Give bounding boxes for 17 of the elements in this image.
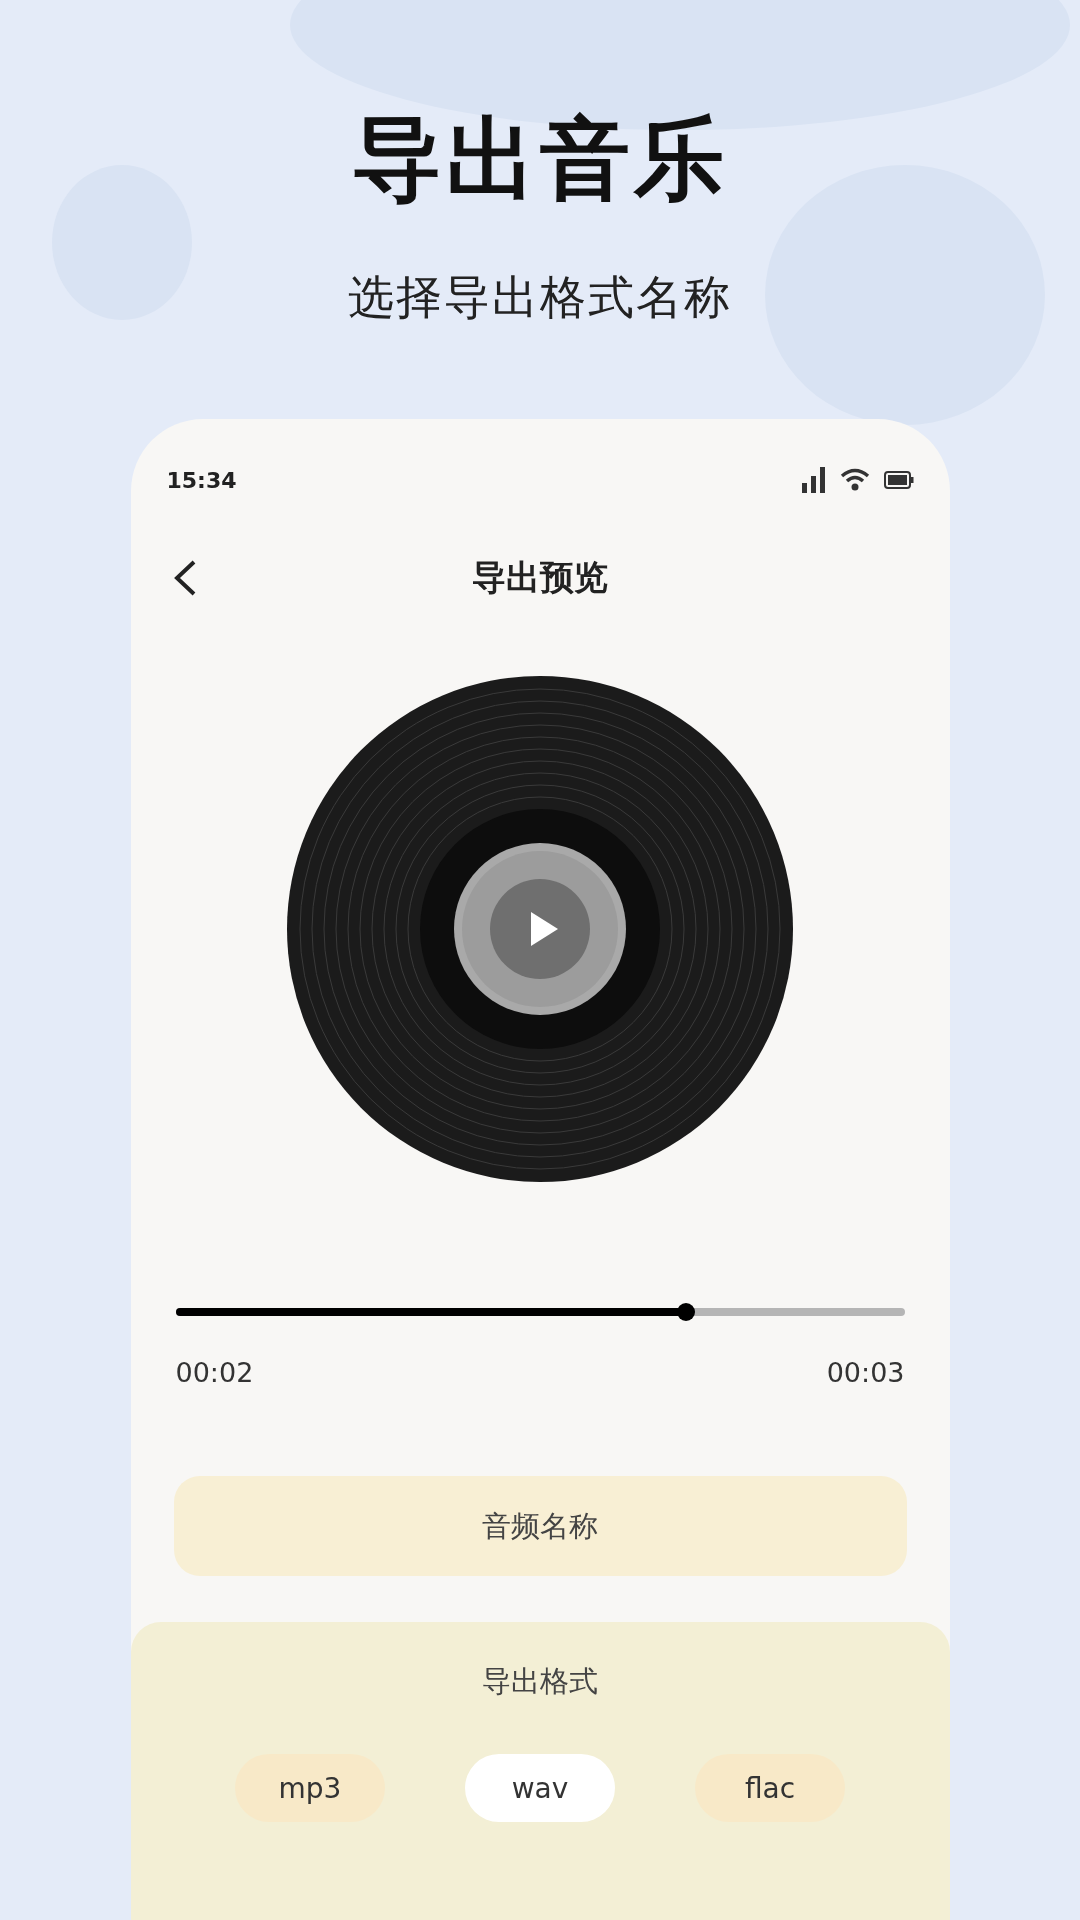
progress-track[interactable] <box>175 1303 905 1321</box>
format-label: 导出格式 <box>482 1663 598 1700</box>
format-option[interactable]: wav <box>465 1754 615 1822</box>
name-input-field[interactable]: 音频名称 <box>173 1476 907 1576</box>
format-option[interactable]: mp3 <box>235 1754 385 1822</box>
status-time: 15:34 <box>166 467 237 493</box>
back-icon[interactable] <box>172 559 197 597</box>
signal-icon <box>801 467 826 493</box>
progress-thumb[interactable] <box>676 1303 695 1321</box>
total-time: 00:03 <box>826 1357 905 1388</box>
screen-title: 导出预览 <box>472 556 608 599</box>
format-option[interactable]: flac <box>695 1754 845 1822</box>
headline: 导出音乐 <box>352 105 728 213</box>
wifi-icon <box>839 468 870 492</box>
subtitle: 选择导出格式名称 <box>348 269 732 326</box>
battery-icon <box>883 471 914 489</box>
elapsed-time: 00:02 <box>175 1357 254 1388</box>
